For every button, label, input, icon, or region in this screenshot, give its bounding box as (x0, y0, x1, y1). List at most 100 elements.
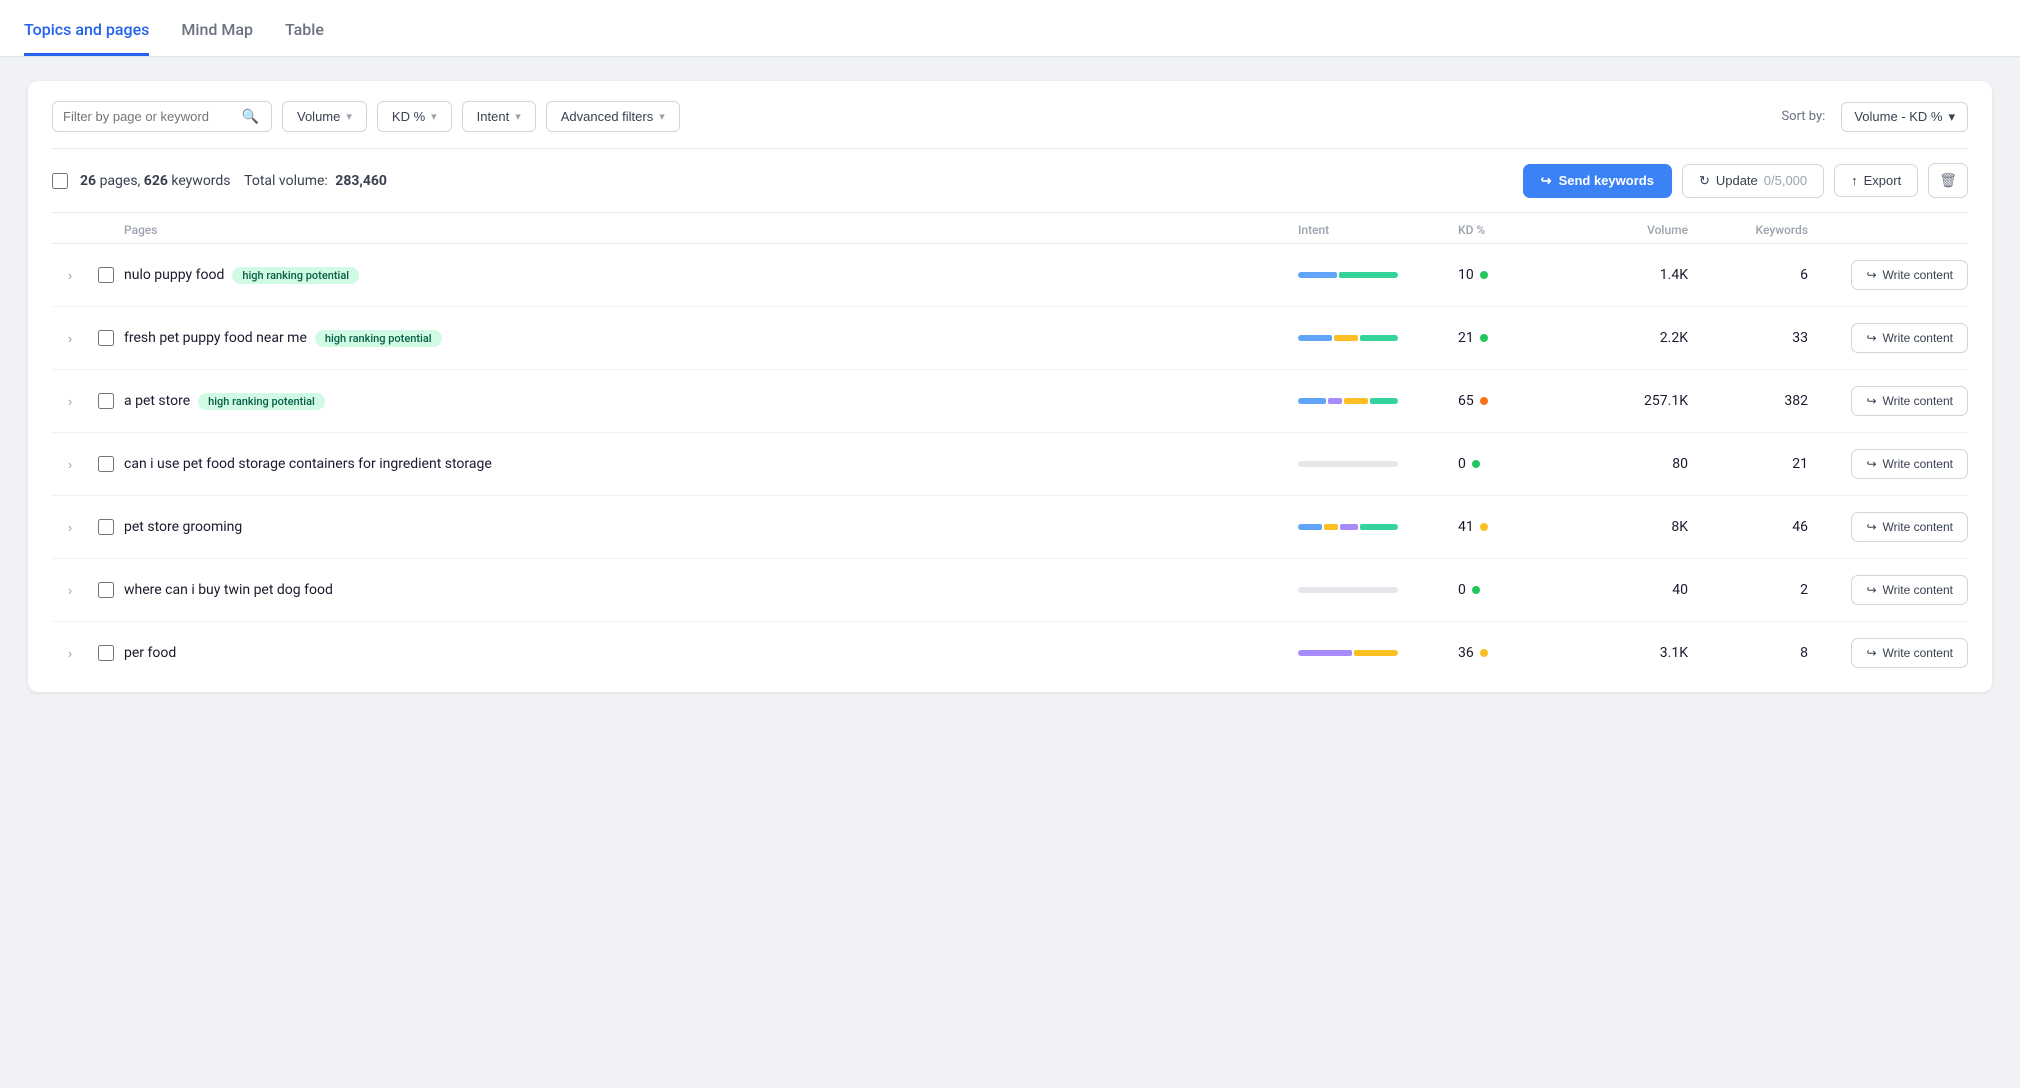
row-checkbox[interactable] (98, 519, 114, 535)
write-content-button[interactable]: ↪ Write content (1851, 260, 1968, 290)
expand-button[interactable]: › (68, 268, 72, 283)
kd-cell: 0 (1458, 582, 1568, 598)
expand-button[interactable]: › (68, 394, 72, 409)
intent-bar (1298, 272, 1398, 278)
page-name-text: a pet store (124, 393, 190, 409)
intent-cell (1298, 524, 1458, 530)
advanced-filter-label: Advanced filters (561, 109, 654, 124)
select-all-checkbox[interactable] (52, 173, 68, 189)
intent-cell (1298, 335, 1458, 341)
write-content-button[interactable]: ↪ Write content (1851, 386, 1968, 416)
write-icon: ↪ (1866, 520, 1876, 534)
kd-value: 21 (1458, 330, 1474, 346)
write-icon: ↪ (1866, 583, 1876, 597)
row-checkbox[interactable] (98, 267, 114, 283)
expand-button[interactable]: › (68, 583, 72, 598)
checkbox-cell (88, 645, 124, 661)
main-content: 🔍 Volume ▾ KD % ▾ Intent ▾ Advanced filt… (0, 57, 2020, 716)
kd-value: 0 (1458, 456, 1466, 472)
page-name-cell: nulo puppy food high ranking potential (124, 267, 1298, 284)
intent-segment (1298, 272, 1337, 278)
search-button[interactable]: 🔍 (240, 108, 261, 125)
send-keywords-button[interactable]: ↪ Send keywords (1523, 164, 1672, 198)
search-input[interactable] (63, 109, 240, 124)
intent-bar (1298, 587, 1398, 593)
row-checkbox[interactable] (98, 330, 114, 346)
kd-dot (1472, 586, 1480, 594)
kd-cell: 10 (1458, 267, 1568, 283)
intent-filter-button[interactable]: Intent ▾ (462, 101, 536, 132)
intent-filter-label: Intent (477, 109, 510, 124)
intent-segment (1360, 335, 1398, 341)
action-cell: ↪ Write content (1808, 260, 1968, 290)
action-cell: ↪ Write content (1808, 386, 1968, 416)
volume-cell: 1.4K (1568, 267, 1688, 283)
export-icon: ↑ (1851, 173, 1858, 188)
row-checkbox[interactable] (98, 456, 114, 472)
intent-segment (1328, 398, 1342, 404)
page-name-text: fresh pet puppy food near me (124, 330, 307, 346)
page-name-cell: pet store grooming (124, 519, 1298, 535)
page-name-cell: a pet store high ranking potential (124, 393, 1298, 410)
write-content-button[interactable]: ↪ Write content (1851, 323, 1968, 353)
col-intent: Intent (1298, 223, 1458, 237)
expand-button[interactable]: › (68, 520, 72, 535)
page-name-cell: fresh pet puppy food near me high rankin… (124, 330, 1298, 347)
col-kd: KD % (1458, 223, 1568, 237)
write-label: Write content (1883, 583, 1953, 597)
write-content-button[interactable]: ↪ Write content (1851, 512, 1968, 542)
app-container: Topics and pages Mind Map Table 🔍 Volume… (0, 0, 2020, 1088)
expand-button[interactable]: › (68, 331, 72, 346)
main-panel: 🔍 Volume ▾ KD % ▾ Intent ▾ Advanced filt… (28, 81, 1992, 692)
tab-topics-pages[interactable]: Topics and pages (24, 0, 149, 56)
write-content-button[interactable]: ↪ Write content (1851, 449, 1968, 479)
intent-cell (1298, 461, 1458, 467)
write-content-button[interactable]: ↪ Write content (1851, 575, 1968, 605)
tab-table[interactable]: Table (285, 0, 324, 56)
table-row: › pet store grooming 41 8K 46 ↪ Write co… (52, 496, 1968, 559)
delete-button[interactable]: 🗑 (1928, 163, 1968, 198)
intent-bar (1298, 524, 1398, 530)
kd-filter-button[interactable]: KD % ▾ (377, 101, 452, 132)
table-row: › where can i buy twin pet dog food 0 40… (52, 559, 1968, 622)
tab-mind-map[interactable]: Mind Map (181, 0, 253, 56)
kd-cell: 0 (1458, 456, 1568, 472)
expand-cell: › (52, 646, 88, 661)
kd-cell: 41 (1458, 519, 1568, 535)
intent-chevron-icon: ▾ (515, 110, 521, 123)
checkbox-cell (88, 582, 124, 598)
write-label: Write content (1883, 331, 1953, 345)
checkbox-cell (88, 393, 124, 409)
kd-cell: 36 (1458, 645, 1568, 661)
search-wrapper: 🔍 (52, 101, 272, 132)
row-checkbox[interactable] (98, 393, 114, 409)
row-checkbox[interactable] (98, 582, 114, 598)
row-checkbox[interactable] (98, 645, 114, 661)
volume-filter-button[interactable]: Volume ▾ (282, 101, 367, 132)
table-row: › a pet store high ranking potential 65 … (52, 370, 1968, 433)
expand-button[interactable]: › (68, 646, 72, 661)
summary-text: 26 pages, 626 keywords Total volume: 283… (80, 173, 387, 189)
write-content-button[interactable]: ↪ Write content (1851, 638, 1968, 668)
kd-dot (1480, 397, 1488, 405)
expand-button[interactable]: › (68, 457, 72, 472)
sort-select-button[interactable]: Volume - KD % ▾ (1841, 102, 1968, 132)
intent-segment (1298, 461, 1398, 467)
intent-cell (1298, 272, 1458, 278)
expand-cell: › (52, 520, 88, 535)
update-button[interactable]: ↻ Update 0/5,000 (1682, 164, 1824, 198)
summary-actions: ↪ Send keywords ↻ Update 0/5,000 ↑ Expor… (1523, 163, 1968, 198)
filter-row: 🔍 Volume ▾ KD % ▾ Intent ▾ Advanced filt… (52, 101, 1968, 132)
write-label: Write content (1883, 646, 1953, 660)
write-label: Write content (1883, 268, 1953, 282)
tabs-bar: Topics and pages Mind Map Table (0, 0, 2020, 57)
keywords-cell: 6 (1688, 267, 1808, 283)
kd-value: 10 (1458, 267, 1474, 283)
ranking-badge: high ranking potential (315, 330, 442, 347)
ranking-badge: high ranking potential (198, 393, 325, 410)
write-label: Write content (1883, 457, 1953, 471)
advanced-filter-button[interactable]: Advanced filters ▾ (546, 101, 680, 132)
intent-cell (1298, 398, 1458, 404)
page-name-cell: where can i buy twin pet dog food (124, 582, 1298, 598)
export-button[interactable]: ↑ Export (1834, 164, 1918, 197)
